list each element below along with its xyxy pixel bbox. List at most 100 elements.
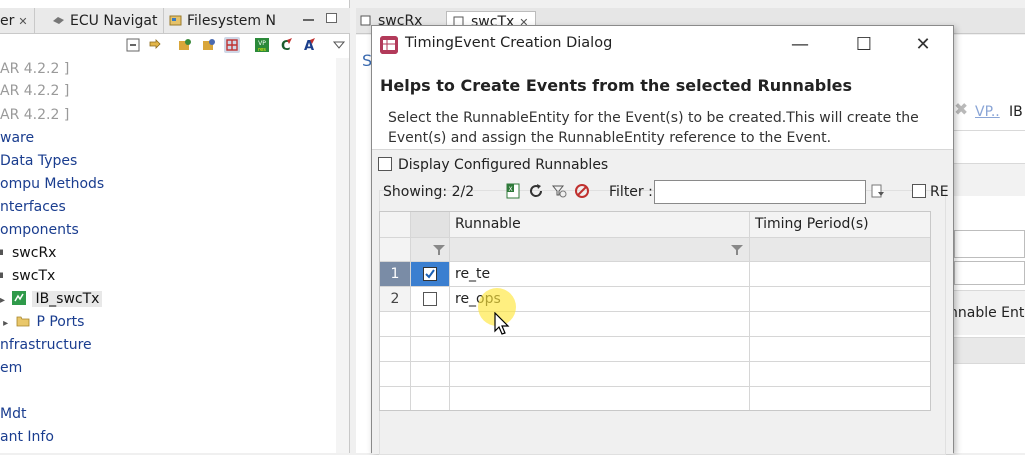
grid-view-icon[interactable] (224, 37, 240, 53)
tree-item-label: swcTx (12, 268, 56, 284)
tree-item-label: AR 4.2.2 ] (0, 107, 70, 123)
checked-checkbox-icon[interactable] (423, 267, 437, 281)
empty-cell (750, 337, 930, 362)
tree-item-swcrx[interactable]: swcRx (0, 242, 56, 264)
clear-filter-icon[interactable] (574, 183, 590, 199)
re-filter-toggle[interactable]: RE (912, 184, 949, 200)
component-icon (0, 272, 3, 278)
background-row (954, 337, 1025, 363)
dialog-title-bar[interactable]: TimingEvent Creation Dialog — ☐ ✕ (372, 26, 953, 64)
empty-cell (750, 312, 930, 337)
select-column-header[interactable] (411, 212, 450, 238)
empty-cell (750, 362, 930, 387)
tree-item[interactable]: nfrastructure (0, 334, 92, 356)
runnable-name: re_te (455, 266, 491, 282)
showing-count: Showing: 2/2 (383, 184, 475, 200)
tree-item-label: omponents (0, 222, 79, 238)
minimize-button[interactable]: — (785, 34, 815, 56)
vp-link[interactable]: VP.. (975, 104, 1000, 120)
refresh-icon[interactable] (528, 183, 544, 199)
background-input[interactable] (954, 230, 1025, 258)
puzzle-icon[interactable] (177, 37, 193, 53)
tree-item[interactable]: AR 4.2.2 ] (0, 58, 69, 80)
expand-arrow-icon[interactable]: ▸ (0, 313, 12, 335)
re-checkbox[interactable] (912, 184, 926, 198)
tree-item-p-ports[interactable]: ▸ P Ports (0, 311, 84, 333)
tab-filesystem-navigator[interactable]: Filesystem N (169, 10, 276, 34)
runnable-cell[interactable]: re_te (450, 262, 750, 287)
tree-item[interactable]: omponents (0, 219, 79, 241)
tree-item[interactable]: Data Types (0, 150, 77, 172)
row-number[interactable]: 2 (380, 287, 411, 312)
vp-res-icon[interactable]: VPres (254, 37, 270, 53)
consistency-check-icon[interactable]: C (278, 37, 294, 53)
tree-item[interactable]: ware (0, 127, 34, 149)
unchecked-checkbox-icon[interactable] (423, 292, 437, 306)
empty-cell (450, 362, 750, 387)
timing-period-cell[interactable] (750, 262, 930, 287)
empty-cell (380, 337, 411, 362)
tree-item[interactable]: nterfaces (0, 196, 66, 218)
tree-item-label: AR 4.2.2 ] (0, 61, 70, 77)
tab-ecu-navigator-label: ECU Navigat (70, 13, 158, 29)
expand-arrow-icon[interactable]: ▸ (0, 290, 8, 312)
svg-text:VP: VP (258, 40, 266, 47)
tree-item[interactable]: AR 4.2.2 ] (0, 80, 69, 102)
tree-item-label: nfrastructure (0, 337, 92, 353)
grid-toolbar: Showing: 2/2 X Filter : RE (383, 180, 949, 206)
dialog-header: Helps to Create Events from the selected… (372, 64, 953, 149)
row-select-cell[interactable] (411, 287, 450, 312)
puzzle-config-icon[interactable] (201, 37, 217, 53)
select-column-filter[interactable] (411, 238, 450, 262)
tab-filesystem-label: Filesystem N (187, 13, 276, 29)
timing-column-filter[interactable] (750, 238, 930, 262)
tree-item-swctx[interactable]: swcTx (0, 265, 55, 287)
tree-item[interactable]: ant Info (0, 426, 54, 448)
tree-item[interactable]: em (0, 357, 22, 379)
tab-explorer[interactable]: er ✕ (0, 10, 28, 34)
maximize-view-button[interactable] (326, 13, 337, 23)
funnel-icon[interactable] (432, 244, 446, 256)
filter-input[interactable] (654, 180, 866, 204)
runnable-grid: Runnable Timing Period(s) 1 re_te 2 re_o… (379, 211, 931, 411)
folder-icon (17, 316, 30, 327)
row-select-cell[interactable] (411, 262, 450, 287)
column-header-runnable[interactable]: Runnable (450, 212, 750, 238)
close-button[interactable]: ✕ (908, 34, 938, 56)
grid-corner (380, 212, 411, 238)
display-configured-label: Display Configured Runnables (398, 157, 609, 173)
empty-cell (411, 337, 450, 362)
view-menu-icon[interactable] (331, 37, 347, 53)
tree-item-label: em (0, 360, 23, 376)
filter-settings-icon[interactable] (551, 183, 567, 199)
column-header-timing-period[interactable]: Timing Period(s) (750, 212, 930, 238)
maximize-button[interactable]: ☐ (849, 34, 879, 56)
close-icon[interactable]: ✕ (18, 15, 27, 28)
background-input[interactable] (954, 261, 1025, 285)
component-icon (0, 249, 3, 255)
filter-options-icon[interactable] (870, 183, 886, 199)
tab-explorer-label: er (0, 13, 15, 29)
link-with-editor-icon[interactable] (147, 37, 163, 53)
autocorrect-icon[interactable]: A (301, 37, 317, 53)
row-number[interactable]: 1 (380, 262, 411, 287)
re-label: RE (930, 184, 949, 200)
timing-period-cell[interactable] (750, 287, 930, 312)
column-header-label: Timing Period(s) (755, 216, 869, 232)
funnel-icon[interactable] (730, 244, 744, 256)
explorer-scrollbar[interactable] (336, 58, 349, 453)
runnable-column-filter[interactable] (450, 238, 750, 262)
tree-item-ib-swctx[interactable]: ▸ IB_swcTx (0, 288, 103, 312)
empty-cell (411, 312, 450, 337)
remove-icon[interactable]: ✖ (954, 100, 968, 120)
tree-item-label: nterfaces (0, 199, 66, 215)
minimize-view-button[interactable] (303, 13, 314, 21)
tree-item[interactable]: ompu Methods (0, 173, 104, 195)
tree-item[interactable]: AR 4.2.2 ] (0, 104, 69, 126)
display-configured-checkbox[interactable] (378, 157, 392, 171)
display-configured-runnables[interactable]: Display Configured Runnables (378, 157, 608, 173)
tree-item[interactable]: Mdt (0, 403, 26, 425)
tab-ecu-navigator[interactable]: ECU Navigat (52, 10, 158, 34)
collapse-all-icon[interactable] (125, 37, 141, 53)
export-excel-icon[interactable]: X (505, 183, 521, 199)
